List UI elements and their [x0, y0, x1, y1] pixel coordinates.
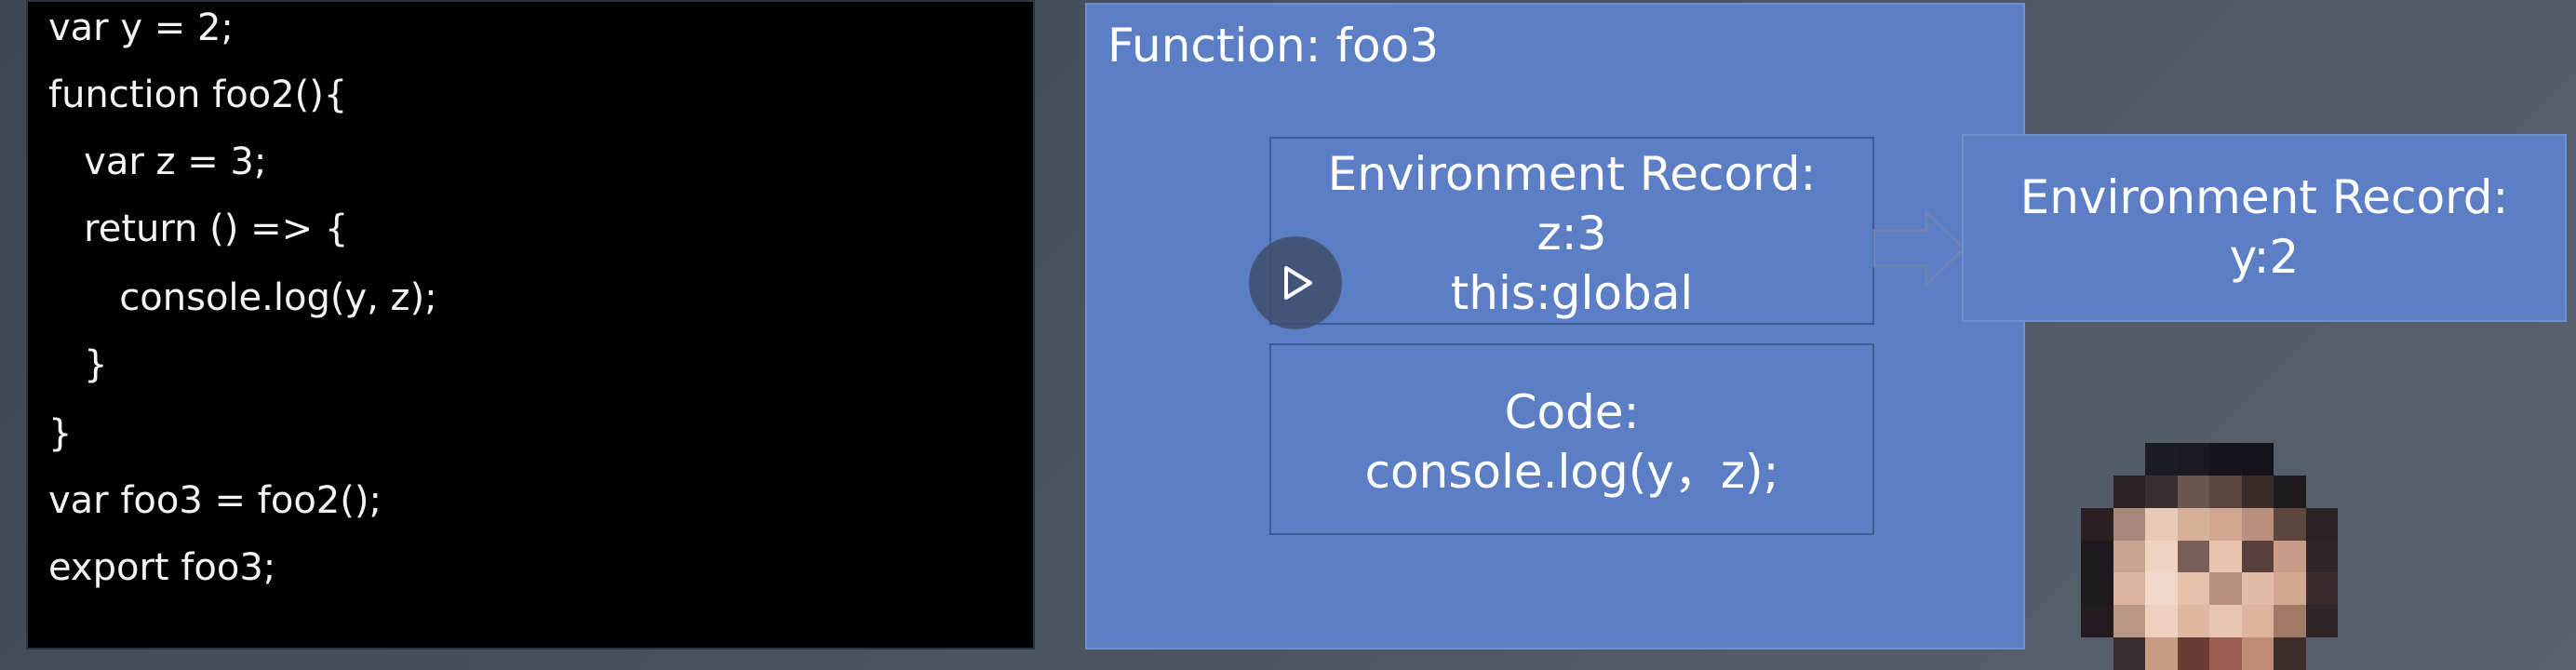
function-box: Function: foo3 Environment Record: z:3 t… [1085, 3, 2025, 650]
environment-record-entry: z:3 [1536, 207, 1607, 261]
avatar [2081, 443, 2338, 670]
function-title: Function: foo3 [1107, 19, 1440, 73]
code-label: Code: [1504, 385, 1640, 439]
environment-record-box: Environment Record: z:3 this:global [1269, 137, 1874, 325]
play-button[interactable] [1249, 236, 1342, 329]
outer-environment-record-box: Environment Record: y:2 [1962, 134, 2567, 322]
code-line: var z = 3; [48, 141, 267, 183]
environment-record-label: Environment Record: [1327, 147, 1817, 201]
arrow-right-icon [1872, 210, 1966, 287]
code-line: function foo2(){ [48, 74, 348, 116]
code-line: var foo3 = foo2(); [48, 479, 382, 522]
code-line: } [48, 412, 73, 455]
environment-record-entry: this:global [1450, 266, 1694, 320]
play-icon [1284, 266, 1312, 300]
outer-environment-record-entry: y:2 [2229, 230, 2300, 284]
code-line: var y = 2; [48, 7, 234, 49]
code-line: } [48, 343, 108, 386]
code-line: export foo3; [48, 546, 276, 589]
code-line: return () => { [48, 208, 349, 250]
code-panel: var y = 2; function foo2(){ var z = 3; r… [26, 0, 1035, 650]
code-line: console.log(y, z); [48, 276, 437, 319]
outer-environment-record-label: Environment Record: [2019, 170, 2509, 224]
code-box: Code: console.log(y，z); [1269, 343, 1874, 535]
code-value: console.log(y，z); [1364, 445, 1779, 499]
